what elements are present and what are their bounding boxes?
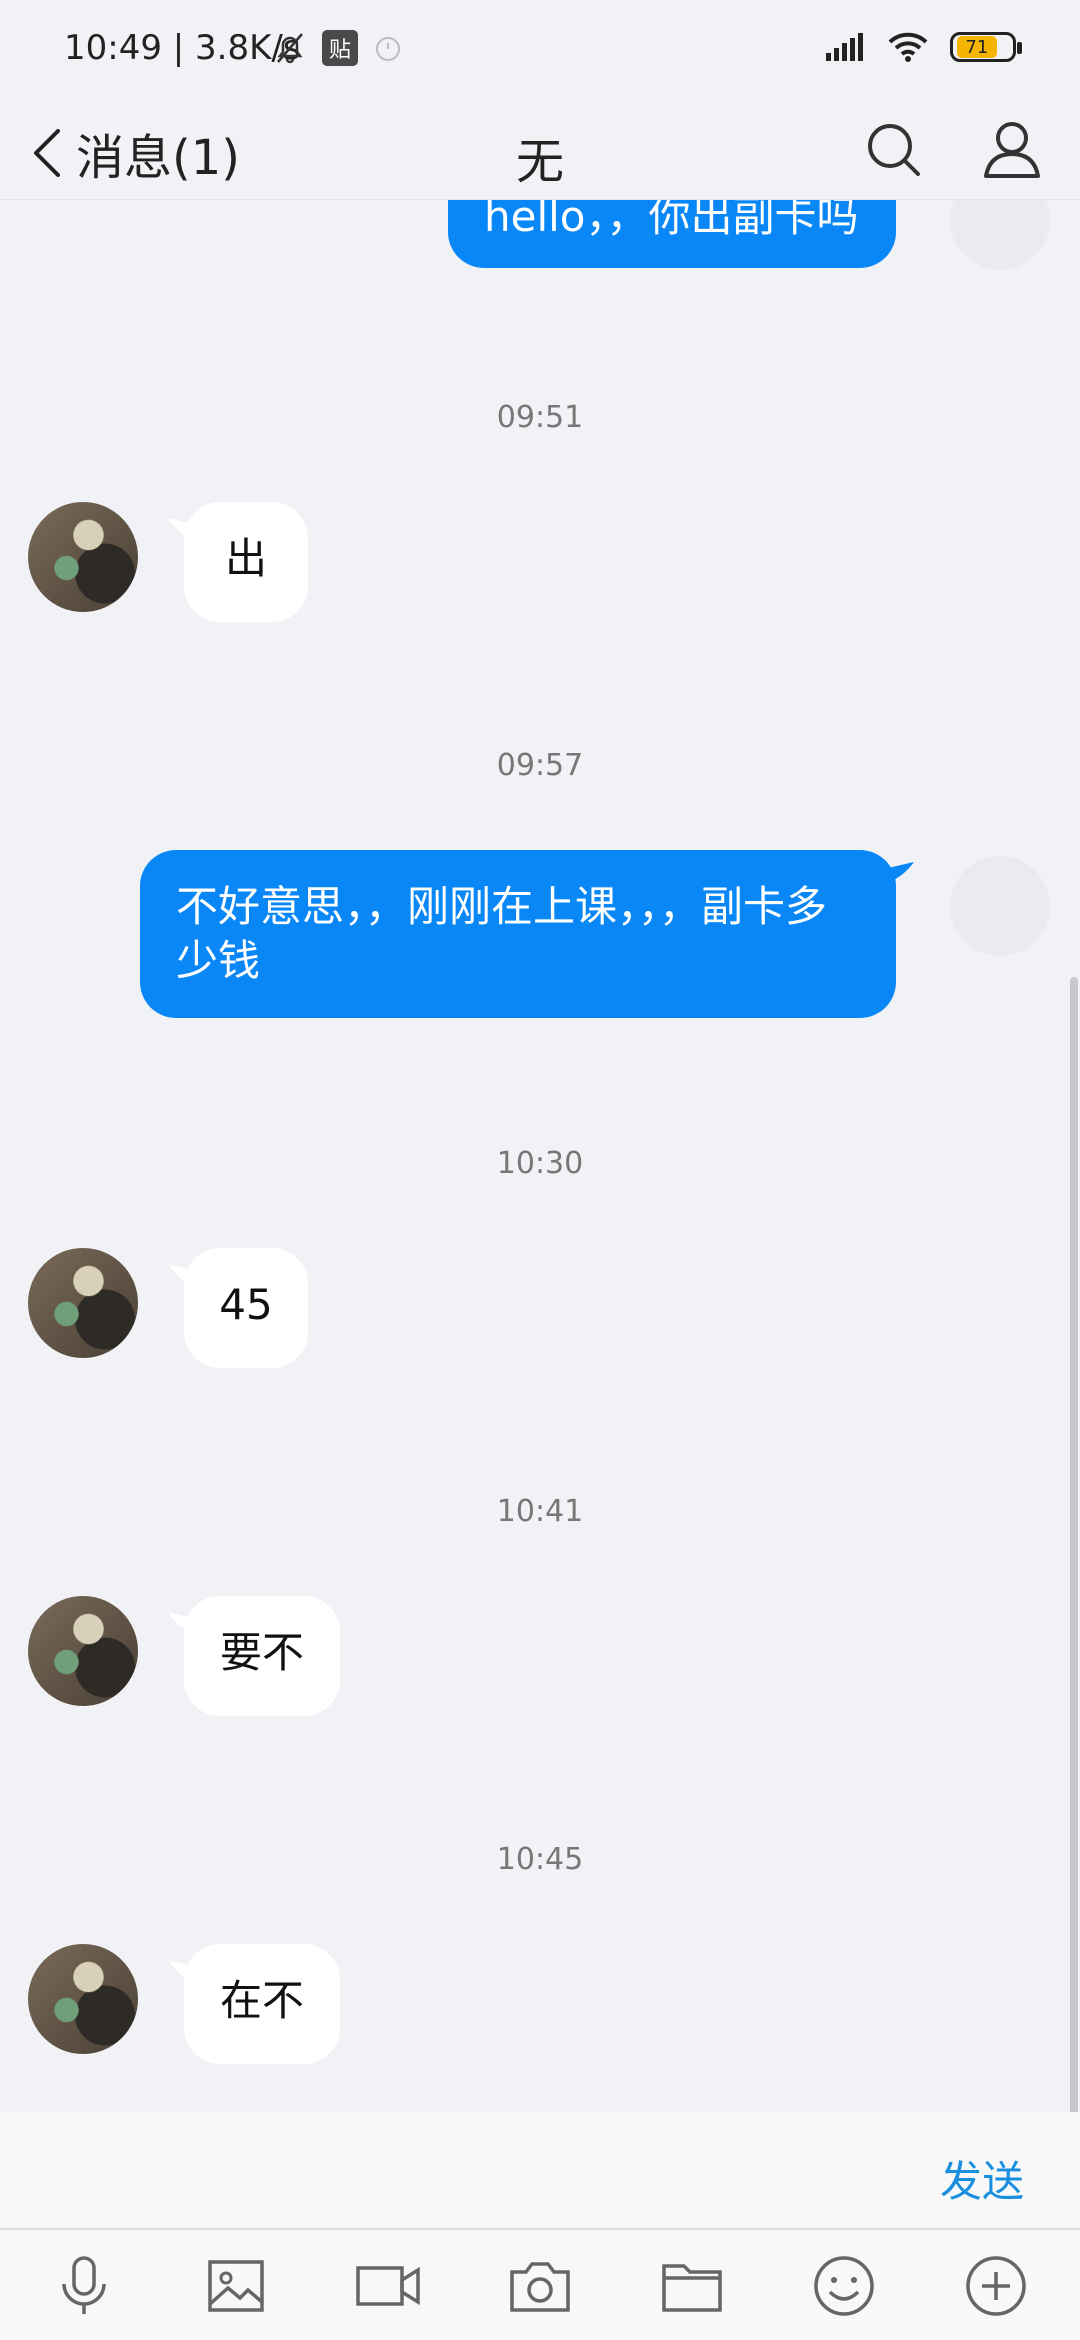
folder-icon[interactable] bbox=[658, 2252, 726, 2320]
timestamp: 10:30 bbox=[496, 1146, 584, 1181]
message-text: 在不 bbox=[220, 1976, 305, 2025]
wifi-icon bbox=[888, 32, 928, 62]
self-avatar[interactable] bbox=[950, 856, 1050, 956]
avatar[interactable] bbox=[28, 1596, 138, 1706]
message-input-area[interactable]: 发送 bbox=[0, 2112, 1080, 2228]
avatar[interactable] bbox=[28, 1944, 138, 2054]
message-text: 出 bbox=[224, 534, 267, 583]
camera-icon[interactable] bbox=[506, 2252, 574, 2320]
message-bubble-incoming[interactable]: 要不 bbox=[184, 1596, 340, 1716]
bubble-tail bbox=[888, 862, 914, 882]
image-icon[interactable] bbox=[202, 2252, 270, 2320]
avatar[interactable] bbox=[28, 502, 138, 612]
timestamp: 10:41 bbox=[496, 1494, 584, 1529]
plus-icon[interactable] bbox=[962, 2252, 1030, 2320]
message-text: hello，，你出副卡吗 bbox=[484, 200, 859, 241]
battery-level: 71 bbox=[957, 36, 997, 58]
message-text: 45 bbox=[219, 1280, 273, 1329]
message-text: 要不 bbox=[220, 1628, 305, 1677]
timestamp: 10:45 bbox=[496, 1842, 584, 1877]
timestamp: 09:51 bbox=[496, 400, 584, 435]
header-actions bbox=[864, 110, 1042, 190]
status-time-speed: 10:49 | 3.8K/s bbox=[64, 28, 301, 68]
avatar[interactable] bbox=[28, 1248, 138, 1358]
video-icon[interactable] bbox=[354, 2252, 422, 2320]
emoji-icon[interactable] bbox=[810, 2252, 878, 2320]
status-system-icons: 71 bbox=[824, 30, 1022, 64]
message-bubble-outgoing[interactable]: hello，，你出副卡吗 bbox=[448, 200, 896, 268]
input-toolbar bbox=[0, 2228, 1080, 2340]
search-icon[interactable] bbox=[864, 110, 924, 190]
scrollbar[interactable] bbox=[1070, 977, 1078, 2112]
alarm-icon bbox=[376, 37, 400, 61]
message-text: 不好意思，，刚刚在上课，，，副卡多少钱 bbox=[176, 882, 828, 985]
message-bubble-incoming[interactable]: 在不 bbox=[184, 1944, 340, 2064]
message-bubble-incoming[interactable]: 45 bbox=[184, 1248, 308, 1368]
battery-icon: 71 bbox=[950, 32, 1022, 62]
timestamp: 09:57 bbox=[496, 748, 584, 783]
signal-icon bbox=[826, 33, 863, 61]
status-bar: 10:49 | 3.8K/s 贴 71 bbox=[0, 0, 1080, 100]
chat-header: 消息(1) 无 bbox=[0, 100, 1080, 200]
message-bubble-incoming[interactable]: 出 bbox=[184, 502, 308, 622]
tie-badge-icon: 贴 bbox=[322, 30, 358, 66]
status-notifications: 贴 bbox=[272, 30, 404, 66]
send-button[interactable]: 发送 bbox=[940, 2148, 1024, 2209]
mute-bell-icon bbox=[277, 33, 303, 64]
self-avatar[interactable] bbox=[950, 200, 1050, 270]
message-list[interactable]: hello，，你出副卡吗 09:51 出 09:57 不好意思，，刚刚在上课，，… bbox=[0, 200, 1080, 2112]
profile-icon[interactable] bbox=[982, 110, 1042, 190]
mic-icon[interactable] bbox=[50, 2252, 118, 2320]
message-bubble-outgoing[interactable]: 不好意思，，刚刚在上课，，，副卡多少钱 bbox=[140, 850, 896, 1018]
